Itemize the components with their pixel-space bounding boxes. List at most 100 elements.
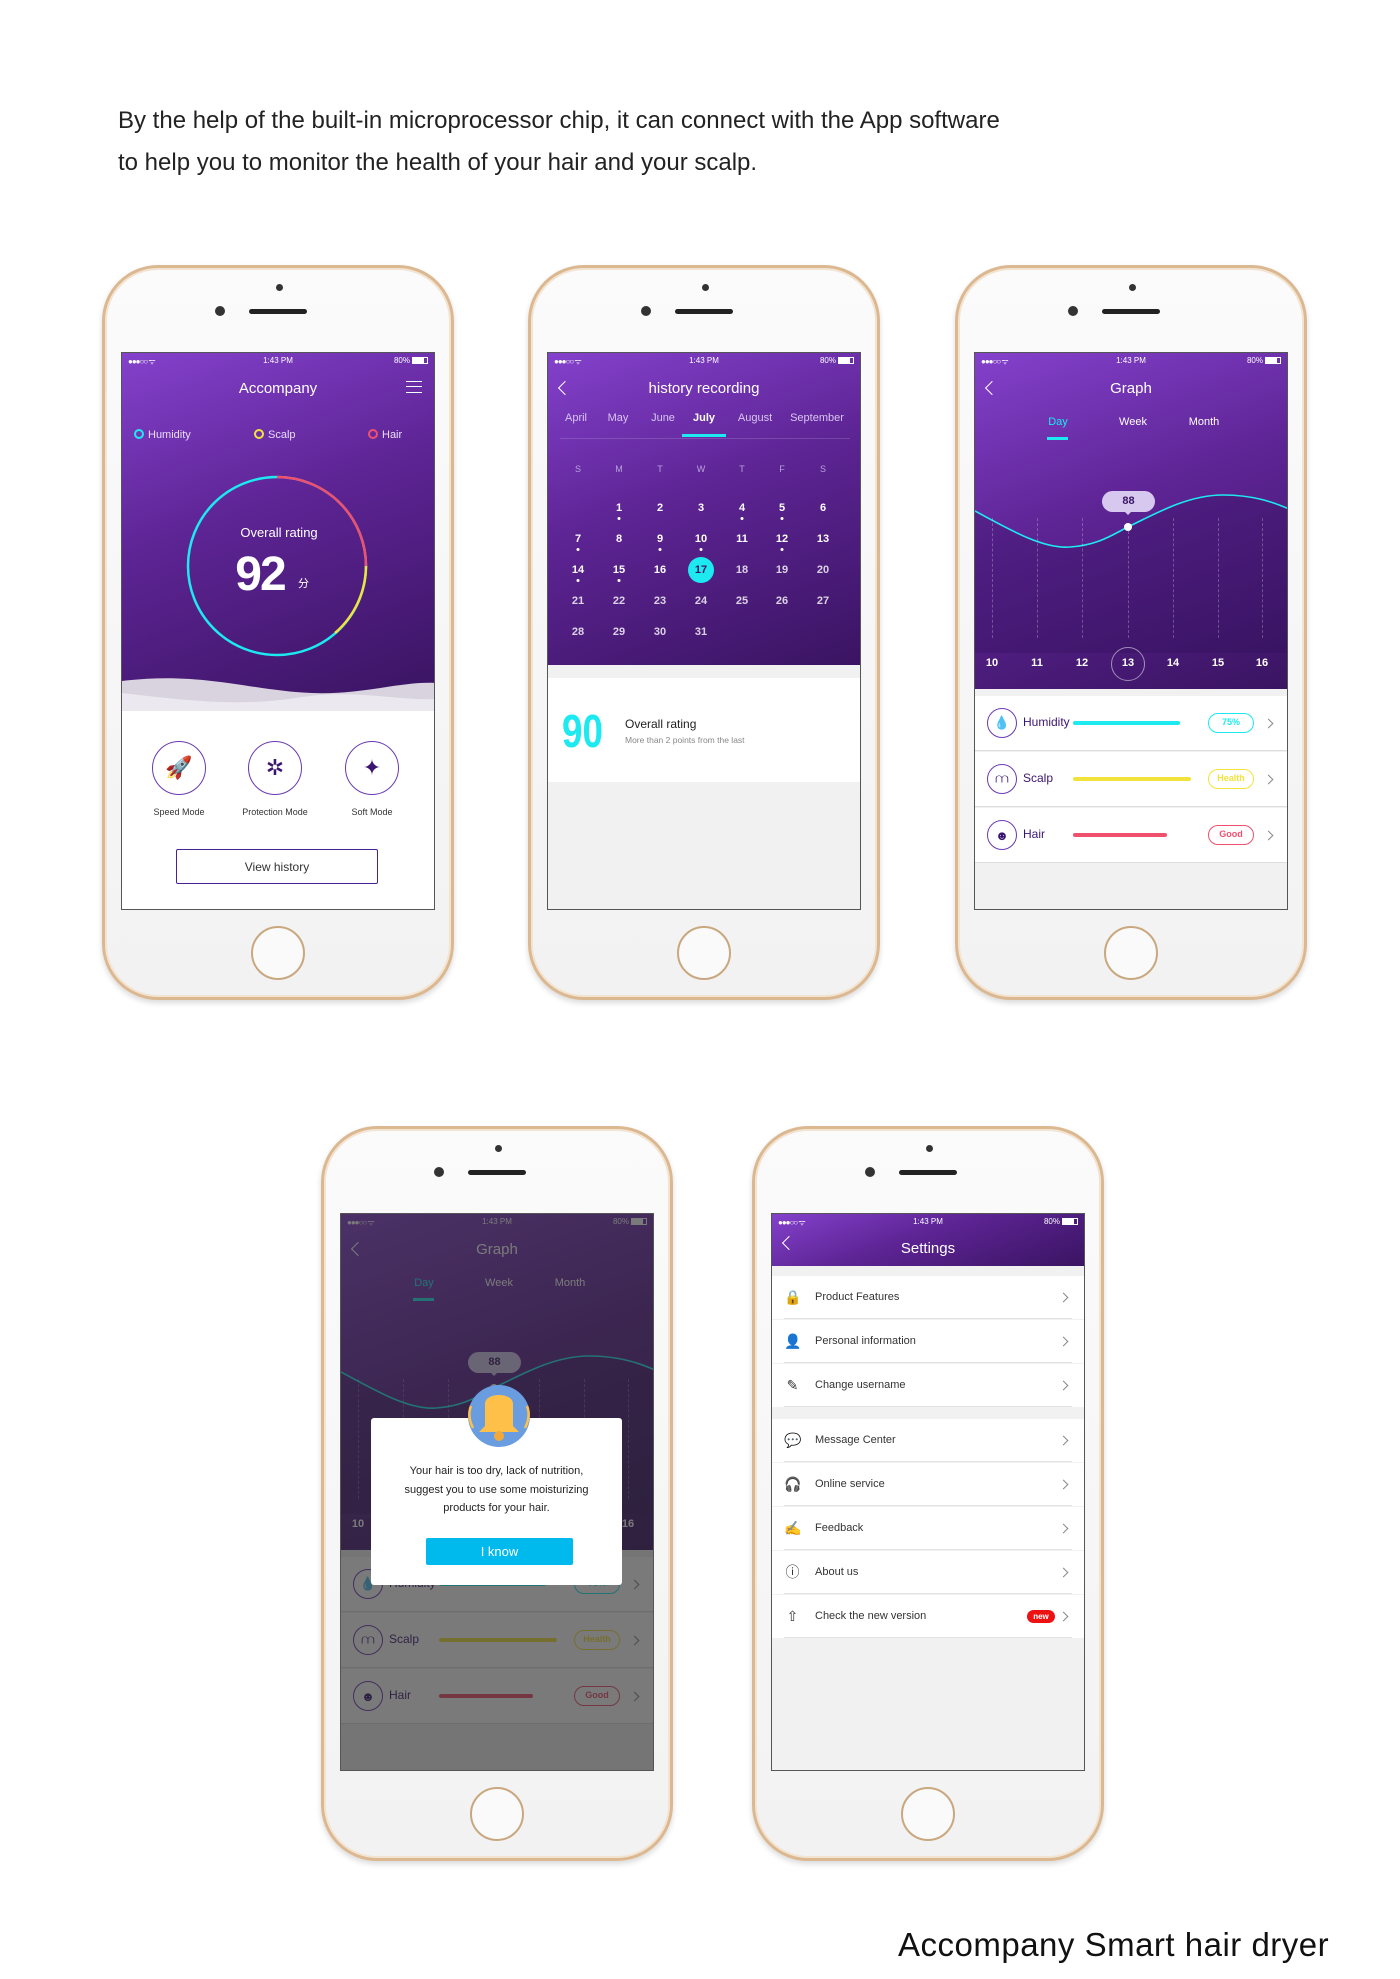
calendar-day[interactable]: 2: [657, 502, 663, 514]
calendar-day[interactable]: 13: [817, 533, 829, 545]
month-tab-april[interactable]: April: [565, 412, 587, 424]
calendar-day[interactable]: 21: [572, 595, 584, 607]
hamburger-menu-icon[interactable]: [406, 381, 422, 393]
record-dot: [617, 517, 621, 520]
calendar-day[interactable]: 29: [613, 626, 625, 638]
settings-item-about-us[interactable]: ⓘ About us: [772, 1551, 1084, 1594]
magic-wand-icon: ✦: [362, 755, 382, 780]
calendar-day[interactable]: 4: [739, 502, 745, 514]
calendar-day[interactable]: 20: [817, 564, 829, 576]
front-camera: [215, 306, 225, 316]
phone-screen: ●●●○○ ᯤ 1:43 PM 80% GraphDayWeekMonth 10…: [340, 1213, 654, 1771]
page-title: Settings: [900, 1240, 956, 1257]
month-tab-september[interactable]: September: [790, 412, 844, 424]
calendar-day[interactable]: 28: [572, 626, 584, 638]
mode-label: Soft Mode: [351, 807, 393, 817]
calendar-day[interactable]: 26: [776, 595, 788, 607]
lock-icon: 🔒: [784, 1289, 802, 1305]
month-tab-july[interactable]: July: [693, 412, 715, 424]
calendar-day[interactable]: 5: [779, 502, 785, 514]
metric-level-bar: [1073, 777, 1192, 781]
front-camera: [865, 1167, 875, 1177]
home-button[interactable]: [677, 926, 731, 980]
record-dot: [699, 548, 703, 551]
calendar-day[interactable]: 19: [776, 564, 788, 576]
protection-mode-button[interactable]: ✲: [248, 741, 302, 795]
calendar-day[interactable]: 14: [572, 564, 584, 576]
calendar-day[interactable]: 7: [575, 533, 581, 545]
calendar-day[interactable]: 10: [695, 533, 707, 545]
day-label[interactable]: 14: [1167, 657, 1179, 669]
metric-row-scalp[interactable]: ⩋ Scalp Health: [975, 752, 1287, 807]
calendar-day[interactable]: 25: [736, 595, 748, 607]
calendar-day[interactable]: 8: [616, 533, 622, 545]
settings-item-product-features[interactable]: 🔒 Product Features: [772, 1276, 1084, 1319]
settings-item-label: About us: [815, 1566, 859, 1578]
app-title: Accompany: [238, 380, 318, 397]
view-history-button[interactable]: View history: [176, 849, 378, 884]
calendar-day[interactable]: 17: [695, 564, 707, 576]
settings-item-message-center[interactable]: 💬 Message Center: [772, 1419, 1084, 1462]
home-button[interactable]: [901, 1787, 955, 1841]
soft-mode-button[interactable]: ✦: [345, 741, 399, 795]
legend-label: Scalp: [268, 429, 296, 441]
day-label[interactable]: 11: [1031, 657, 1043, 669]
grid-line: [1218, 518, 1219, 638]
settings-item-feedback[interactable]: ✍ Feedback: [772, 1507, 1084, 1550]
month-tab-august[interactable]: August: [738, 412, 772, 424]
day-label[interactable]: 16: [1256, 657, 1268, 669]
front-camera: [434, 1167, 444, 1177]
grid-line: [992, 518, 993, 638]
rocket-icon: 🚀: [165, 755, 193, 780]
calendar-day[interactable]: 3: [698, 502, 704, 514]
calendar-day[interactable]: 24: [695, 595, 707, 607]
weekday-header: F: [779, 464, 785, 474]
calendar-day[interactable]: 23: [654, 595, 666, 607]
calendar-day[interactable]: 15: [613, 564, 625, 576]
month-tab-june[interactable]: June: [651, 412, 675, 424]
calendar-day[interactable]: 31: [695, 626, 707, 638]
settings-item-check-the-new-version[interactable]: ⇧ Check the new version new: [772, 1595, 1084, 1638]
calendar-day[interactable]: 6: [820, 502, 826, 514]
user-icon: 👤: [784, 1333, 802, 1349]
calendar-day[interactable]: 18: [736, 564, 748, 576]
calendar-day[interactable]: 12: [776, 533, 788, 545]
legend-ring-icon: [254, 429, 264, 439]
day-label[interactable]: 15: [1212, 657, 1224, 669]
settings-item-online-service[interactable]: 🎧 Online service: [772, 1463, 1084, 1506]
speed-mode-button[interactable]: 🚀: [152, 741, 206, 795]
calendar-day[interactable]: 11: [736, 533, 748, 545]
weekday-header: W: [696, 464, 706, 474]
day-label[interactable]: 12: [1076, 657, 1088, 669]
legend-label: Hair: [382, 429, 403, 441]
home-button[interactable]: [251, 926, 305, 980]
phone-screen: ●●●○○ ᯤ 1:43 PM 80% history recording Apr…: [547, 352, 861, 910]
metric-row-humidity[interactable]: 💧 Humidity 75%: [975, 696, 1287, 751]
calendar-day[interactable]: 30: [654, 626, 666, 638]
calendar-day[interactable]: 9: [657, 533, 663, 545]
divider: [560, 438, 850, 439]
settings-item-personal-information[interactable]: 👤 Personal information: [772, 1320, 1084, 1363]
home-button[interactable]: [470, 1787, 524, 1841]
chevron-right-icon: [1058, 1611, 1069, 1622]
calendar-day[interactable]: 16: [654, 564, 666, 576]
metric-label: Humidity: [1023, 715, 1070, 729]
headset-icon: 🎧: [784, 1476, 802, 1492]
phone-settings-screen: ●●●○○ ᯤ 1:43 PM 80% Settings 🔒 Product F…: [752, 1126, 1104, 1861]
edit-box-icon: ✎: [786, 1377, 799, 1393]
chevron-right-icon: [1263, 718, 1274, 729]
metric-row-hair[interactable]: ☻ Hair Good: [975, 808, 1287, 863]
day-label[interactable]: 10: [986, 657, 998, 669]
calendar-day[interactable]: 27: [817, 595, 829, 607]
home-button[interactable]: [1104, 926, 1158, 980]
day-label[interactable]: 13: [1122, 657, 1134, 669]
calendar-day[interactable]: 22: [613, 595, 625, 607]
month-tab-may[interactable]: May: [608, 412, 629, 424]
mode-label: Protection Mode: [242, 807, 308, 817]
rating-value: 90: [562, 705, 603, 757]
calendar-day[interactable]: 1: [616, 502, 622, 514]
legend-scalp: Scalp: [254, 429, 296, 441]
legend-humidity: Humidity: [134, 429, 191, 441]
i-know-button[interactable]: I know: [426, 1538, 573, 1565]
settings-item-change-username[interactable]: ✎ Change username: [772, 1364, 1084, 1407]
